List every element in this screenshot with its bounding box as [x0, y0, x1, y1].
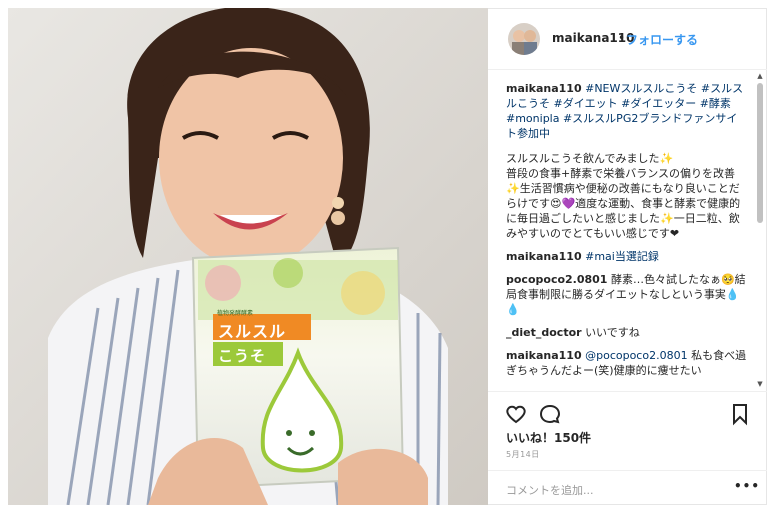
separator-dot: •	[618, 31, 626, 45]
caption-username[interactable]: maikana110	[506, 82, 582, 95]
likes-count[interactable]: いいね！150件	[506, 429, 591, 446]
scroll-up-icon[interactable]: ▲	[755, 71, 765, 81]
caption-body: スルスルこうそ飲んでみました✨ 普段の食事+酵素で栄養バランスの偏りを改善✨生活…	[506, 152, 741, 240]
package-small-label: 植物発酵酵素	[217, 310, 254, 317]
bookmark-outline-icon[interactable]	[728, 402, 752, 426]
heart-outline-icon[interactable]	[504, 402, 528, 426]
avatar[interactable]	[508, 23, 540, 55]
comment-username[interactable]: maikana110	[506, 250, 582, 263]
comments-scrollbar[interactable]: ▲ ▼	[755, 69, 765, 391]
comment-input[interactable]	[504, 479, 708, 501]
scrollbar-thumb[interactable]	[757, 83, 763, 223]
caption: maikana110 #NEWスルスルこうそ #スルスルこうそ #ダイエット #…	[506, 81, 748, 141]
post-image	[8, 8, 488, 505]
scroll-down-icon[interactable]: ▼	[755, 379, 765, 389]
post-header: maikana110 • フォローする	[488, 9, 767, 70]
list-item: maikana110 @pocopoco2.0801 私も食べ過ぎちゃうんだよー…	[506, 348, 748, 378]
post-photo[interactable]: 植物発酵酵素 スルスル こうそ	[8, 8, 488, 505]
more-options-icon[interactable]: •••	[734, 479, 760, 493]
speech-bubble-icon[interactable]	[538, 402, 562, 426]
comment-text[interactable]: #mai当選記録	[585, 250, 659, 263]
list-item: _diet_doctor いいですね	[506, 325, 748, 340]
post-date: 5月14日	[506, 450, 540, 459]
comment-username[interactable]: _diet_doctor	[506, 326, 582, 339]
comment-mention[interactable]: @pocopoco2.0801	[585, 349, 687, 362]
post-side-panel: maikana110 • フォローする maikana110 #NEWスルスルこ…	[488, 8, 767, 505]
follow-button[interactable]: フォローする	[626, 31, 698, 48]
add-comment-bar: •••	[488, 470, 767, 507]
action-bar	[488, 391, 767, 432]
package-title-line2: こうそ	[218, 347, 267, 365]
caption-body-block: スルスルこうそ飲んでみました✨ 普段の食事+酵素で栄養バランスの偏りを改善✨生活…	[506, 151, 748, 241]
list-item: pocopoco2.0801 酵素…色々試したなぁ🥺結局食事制限に勝るダイエット…	[506, 272, 748, 317]
comments-list: maikana110 #NEWスルスルこうそ #スルスルこうそ #ダイエット #…	[506, 81, 748, 391]
comment-text: いいですね	[585, 326, 640, 339]
package-title-line1: スルスル	[218, 322, 287, 341]
list-item: maikana110 #mai当選記録	[506, 249, 748, 264]
comment-username[interactable]: pocopoco2.0801	[506, 273, 607, 286]
comment-username[interactable]: maikana110	[506, 349, 582, 362]
